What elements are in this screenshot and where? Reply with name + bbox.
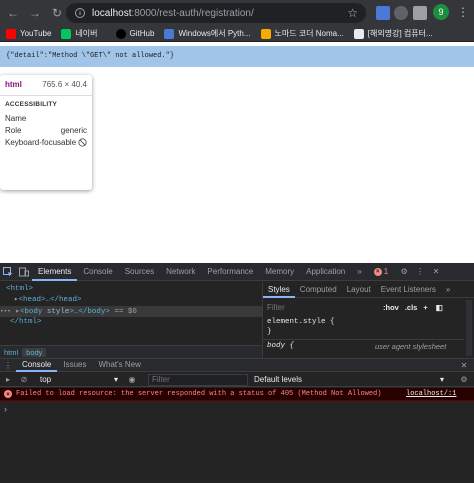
address-bar[interactable]: localhost:8000/rest-auth/registration/ ☆ <box>66 3 366 23</box>
reload-icon[interactable]: ↻ <box>48 4 66 22</box>
nomad-coder-icon <box>260 28 271 39</box>
profile-avatar[interactable]: 9 <box>433 4 449 20</box>
elements-tree: <html> ▸<head>…</head> ••• ▸<body style>… <box>0 282 262 349</box>
breadcrumb: html body <box>0 345 262 358</box>
device-toolbar-icon[interactable] <box>16 263 32 281</box>
tab-sources[interactable]: Sources <box>119 263 160 281</box>
tooltip-divider <box>0 95 92 96</box>
tooltip-row-label: Keyboard-focusable <box>5 138 77 147</box>
console-filter-input[interactable] <box>148 373 248 386</box>
styles-tab-bar: Styles Computed Layout Event Listeners » <box>263 282 474 298</box>
bookmark-nomad-coder[interactable]: 노마드 코더 Noma... <box>260 28 344 39</box>
extension-icon[interactable] <box>376 6 390 20</box>
tooltip-heading: ACCESSIBILITY <box>5 101 58 108</box>
hover-state-button[interactable]: :hov <box>383 303 399 312</box>
clear-console-icon[interactable]: ⊘ <box>16 371 32 389</box>
browser-menu-icon[interactable]: ⋮ <box>457 5 469 19</box>
log-levels-select[interactable]: Default levels ▾ <box>254 375 444 384</box>
tab-memory[interactable]: Memory <box>259 263 300 281</box>
drawer-tab-issues[interactable]: Issues <box>57 358 92 372</box>
tab-console[interactable]: Console <box>77 263 118 281</box>
inspector-tooltip: html 765.6 × 40.4 ACCESSIBILITY Name Rol… <box>0 75 92 190</box>
bookmark-star-icon[interactable]: ☆ <box>347 6 358 20</box>
tab-performance[interactable]: Performance <box>201 263 259 281</box>
tab-styles[interactable]: Styles <box>263 282 295 298</box>
bookmark-windows-python[interactable]: Windows에서 Pyth... <box>164 28 251 39</box>
tooltip-row-label: Name <box>5 114 27 123</box>
close-icon[interactable]: ✕ <box>428 263 444 281</box>
live-expression-eye-icon[interactable]: ◉ <box>124 371 140 389</box>
forward-icon[interactable]: → <box>26 4 44 22</box>
context-select[interactable]: top ▾ <box>40 375 118 384</box>
breadcrumb-body[interactable]: body <box>22 347 47 357</box>
dom-node-head[interactable]: ▸<head>…</head> <box>0 295 262 306</box>
console-settings-gear-icon[interactable]: ⚙ <box>456 371 472 389</box>
tooltip-size: 765.6 × 40.4 <box>42 80 87 89</box>
console-drawer: ⋮ Console Issues What's New ✕ ▸ ⊘ top ▾ ◉… <box>0 358 474 483</box>
devtools-menu-icon[interactable]: ⋮ <box>412 263 428 281</box>
dom-node-body[interactable]: ••• ▸<body style>…</body> == $0 <box>0 306 262 317</box>
back-icon[interactable]: ← <box>4 4 22 22</box>
page-viewport: {"detail":"Method \"GET\" not allowed."}… <box>0 42 474 266</box>
tab-elements[interactable]: Elements <box>32 263 78 281</box>
youtube-icon <box>6 28 16 39</box>
github-icon <box>115 28 126 39</box>
tooltip-row-label: Role <box>5 126 22 135</box>
error-icon: × <box>4 390 12 398</box>
rule-close-brace: } <box>267 328 272 336</box>
dom-node-html-close[interactable]: </html> <box>0 317 262 328</box>
more-sidebar-tabs-button[interactable]: » <box>441 282 455 298</box>
bookmark-youtube[interactable]: YouTube <box>6 28 51 39</box>
tab-network[interactable]: Network <box>160 263 201 281</box>
bookmark-lecture[interactable]: [해외명강] 컴퓨터... <box>353 28 433 39</box>
user-agent-label: user agent stylesheet <box>375 342 447 351</box>
tab-application[interactable]: Application <box>300 263 351 281</box>
toggle-sidebar-icon[interactable]: ◧ <box>436 303 443 312</box>
sidebar-toggle-icon[interactable]: ▸ <box>0 371 16 389</box>
console-error-message: × Failed to load resource: the server re… <box>0 388 474 401</box>
naver-icon <box>61 28 72 39</box>
console-prompt[interactable]: › <box>4 404 7 414</box>
devtools-tab-bar: Elements Console Sources Network Perform… <box>0 263 474 281</box>
drawer-tab-bar: ⋮ Console Issues What's New ✕ <box>0 358 474 372</box>
styles-scrollbar[interactable] <box>466 300 472 356</box>
error-source-link[interactable]: localhost/:1 <box>406 390 456 398</box>
windows-icon <box>164 28 175 39</box>
body-rule[interactable]: body { <box>267 342 294 350</box>
tab-event-listeners[interactable]: Event Listeners <box>376 282 441 298</box>
tab-computed[interactable]: Computed <box>295 282 342 298</box>
tooltip-row-value: generic <box>60 126 87 135</box>
extension-icon[interactable] <box>394 6 408 20</box>
error-icon: × <box>373 267 382 276</box>
class-toggle-button[interactable]: .cls <box>405 303 418 312</box>
info-icon[interactable] <box>74 7 86 19</box>
page-body-text: {"detail":"Method \"GET\" not allowed."} <box>6 52 175 60</box>
new-rule-button[interactable]: + <box>423 303 427 312</box>
inspect-element-icon[interactable] <box>0 263 16 281</box>
settings-gear-icon[interactable]: ⚙ <box>396 263 412 281</box>
styles-filter-input[interactable] <box>267 301 377 313</box>
console-toolbar: ▸ ⊘ top▾ ◉ Default levels▾ ⚙ <box>0 373 474 387</box>
bookmarks-bar: YouTube 네이버 GitHub Windows에서 Pyth... 노마드… <box>0 26 474 42</box>
extensions-puzzle-icon[interactable] <box>413 6 427 20</box>
not-focusable-icon <box>78 138 87 147</box>
page-icon <box>353 28 364 39</box>
more-tabs-button[interactable]: » <box>351 263 367 281</box>
element-style-rule[interactable]: element.style { <box>267 318 335 326</box>
bookmark-github[interactable]: GitHub <box>115 28 154 39</box>
tab-layout[interactable]: Layout <box>342 282 376 298</box>
browser-toolbar: ← → ↻ localhost:8000/rest-auth/registrat… <box>0 0 474 26</box>
rule-divider <box>263 339 464 340</box>
dom-node-html[interactable]: <html> <box>0 284 262 295</box>
styles-sidebar: Styles Computed Layout Event Listeners »… <box>262 282 474 358</box>
styles-filter-row: :hov .cls + ◧ <box>263 300 463 314</box>
error-text: Failed to load resource: the server resp… <box>16 390 382 398</box>
tooltip-tag: html <box>5 80 22 89</box>
bookmark-naver[interactable]: 네이버 <box>61 28 98 39</box>
devtools-panel: Elements Console Sources Network Perform… <box>0 263 474 483</box>
error-count-badge[interactable]: × 1 <box>373 267 388 276</box>
url-text: localhost:8000/rest-auth/registration/ <box>92 7 254 19</box>
